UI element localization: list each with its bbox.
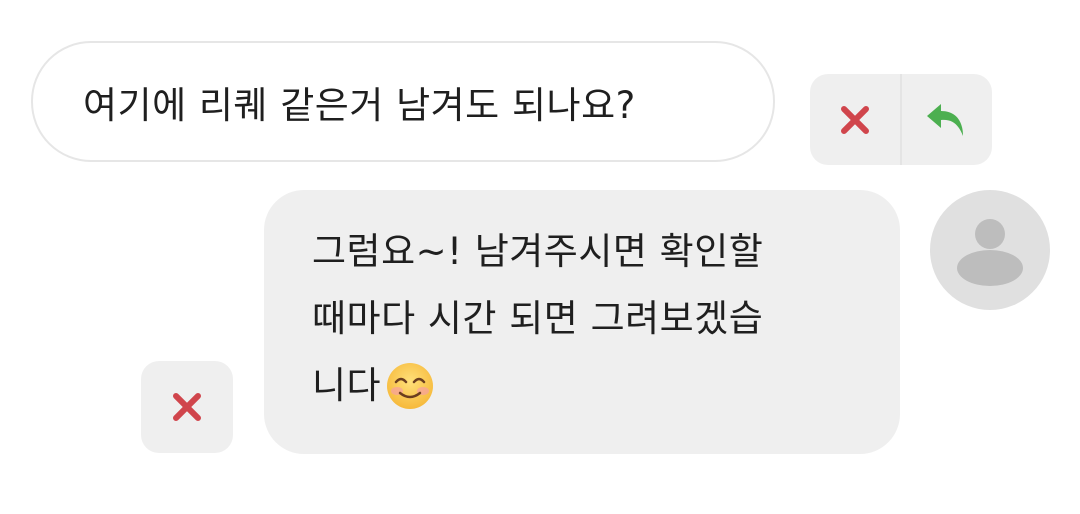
close-icon (173, 393, 201, 421)
smiling-face-emoji-icon (387, 362, 434, 409)
incoming-message-actions (810, 74, 992, 165)
incoming-message-bubble: 여기에 리퀘 같은거 남겨도 되나요? (31, 41, 775, 162)
close-icon (841, 105, 869, 134)
message-line: 그럼요~! 남겨주시면 확인할 (312, 230, 764, 273)
reply-button[interactable] (900, 74, 992, 165)
outgoing-delete-button[interactable] (141, 361, 233, 453)
message-line-last: 니다 (312, 352, 860, 419)
default-user-avatar-icon (957, 219, 1023, 286)
user-avatar[interactable] (930, 190, 1050, 310)
message-line-text: 니다 (312, 364, 382, 407)
delete-button[interactable] (810, 74, 900, 165)
incoming-message-text: 여기에 리퀘 같은거 남겨도 되나요? (83, 83, 636, 127)
outgoing-message-bubble: 그럼요~! 남겨주시면 확인할 때마다 시간 되면 그려보겠습 니다 (264, 190, 900, 454)
reply-icon (927, 103, 963, 136)
message-line: 때마다 시간 되면 그려보겠습 (312, 297, 764, 340)
